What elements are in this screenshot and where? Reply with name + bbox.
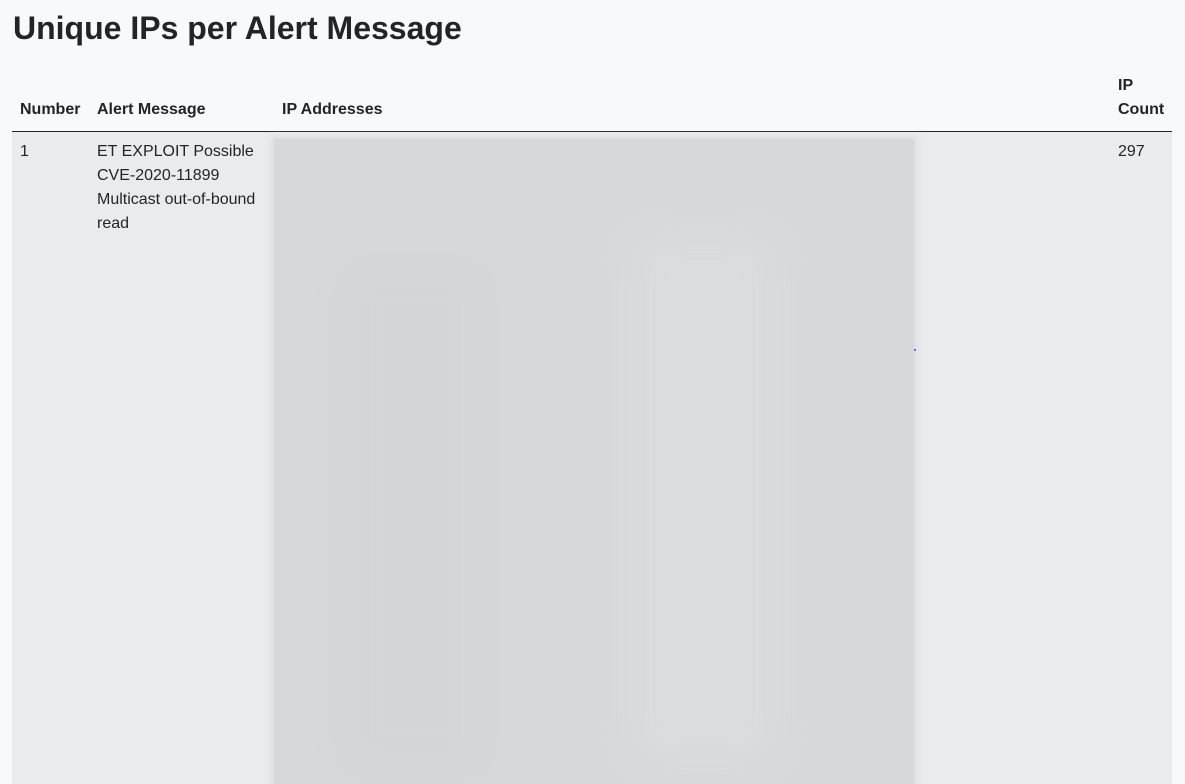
cell-alert-message: ET EXPLOIT Possible CVE-2020-11899 Multi… [89, 131, 274, 784]
column-header-ip-addresses: IP Addresses [274, 64, 1110, 132]
table-body: 1 ET EXPLOIT Possible CVE-2020-11899 Mul… [12, 131, 1172, 784]
page-title: Unique IPs per Alert Message [13, 10, 462, 46]
table-row: 1 ET EXPLOIT Possible CVE-2020-11899 Mul… [12, 131, 1172, 784]
table-header-row: Number Alert Message IP Addresses IP Cou… [12, 64, 1172, 132]
redaction-artifact [914, 349, 916, 351]
alerts-table-container: Number Alert Message IP Addresses IP Cou… [12, 64, 1172, 784]
redacted-ip-list [274, 139, 916, 784]
cell-ip-count: 297 [1110, 131, 1172, 784]
column-header-ip-count: IP Count [1110, 64, 1172, 132]
cell-number: 1 [12, 131, 89, 784]
column-header-number: Number [12, 64, 89, 132]
cell-ip-addresses [274, 131, 1110, 784]
table-header: Number Alert Message IP Addresses IP Cou… [12, 64, 1172, 132]
column-header-alert-message: Alert Message [89, 64, 274, 132]
alerts-table: Number Alert Message IP Addresses IP Cou… [12, 64, 1172, 784]
